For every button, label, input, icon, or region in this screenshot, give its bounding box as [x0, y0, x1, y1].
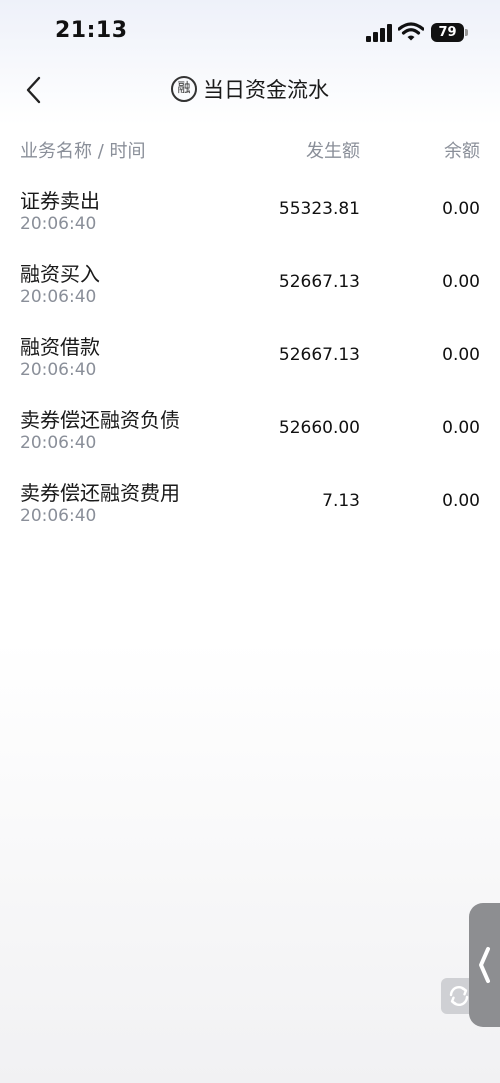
row-business-name: 证券卖出: [20, 189, 100, 213]
wifi-icon: [397, 22, 425, 46]
row-business-name: 卖券偿还融资负债: [20, 408, 180, 432]
row-balance: 0.00: [442, 272, 480, 292]
row-amount: 55323.81: [278, 199, 360, 219]
cellular-signal-icon: [366, 24, 392, 42]
table-row[interactable]: 卖券偿还融资费用 20:06:40 7.13 0.00: [0, 477, 500, 550]
header-name-time: 业务名称 / 时间: [20, 141, 146, 162]
row-business-name: 融资借款: [20, 335, 100, 359]
row-time: 20:06:40: [20, 214, 97, 234]
row-business-name: 融资买入: [20, 262, 100, 286]
row-amount: 52660.00: [278, 418, 360, 438]
nav-bar: 融当日资金流水: [0, 66, 500, 114]
chevron-left-icon: [479, 947, 490, 983]
title-wrap: 融当日资金流水: [0, 74, 500, 104]
battery-level: 79: [431, 23, 464, 42]
margin-account-badge: 融: [171, 76, 197, 102]
table-row[interactable]: 证券卖出 20:06:40 55323.81 0.00: [0, 185, 500, 258]
table-header: 业务名称 / 时间 发生额 余额: [0, 137, 500, 163]
battery-tip: [465, 29, 468, 36]
row-amount: 52667.13: [278, 272, 360, 292]
row-balance: 0.00: [442, 199, 480, 219]
row-time: 20:06:40: [20, 360, 97, 380]
status-bar: 21:13 79: [0, 0, 500, 66]
row-amount: 52667.13: [278, 345, 360, 365]
row-balance: 0.00: [442, 418, 480, 438]
status-time: 21:13: [55, 18, 128, 43]
row-time: 20:06:40: [20, 287, 97, 307]
table-row[interactable]: 融资买入 20:06:40 52667.13 0.00: [0, 258, 500, 331]
row-business-name: 卖券偿还融资费用: [20, 481, 180, 505]
row-balance: 0.00: [442, 345, 480, 365]
row-balance: 0.00: [442, 491, 480, 511]
row-time: 20:06:40: [20, 433, 97, 453]
header-balance: 余额: [444, 141, 480, 162]
row-time: 20:06:40: [20, 506, 97, 526]
row-amount: 7.13: [322, 491, 360, 511]
table-row[interactable]: 卖券偿还融资负债 20:06:40 52660.00 0.00: [0, 404, 500, 477]
side-panel-handle[interactable]: [469, 903, 500, 1027]
table-row[interactable]: 融资借款 20:06:40 52667.13 0.00: [0, 331, 500, 404]
page-title: 当日资金流水: [203, 78, 329, 102]
header-amount: 发生额: [306, 141, 360, 162]
